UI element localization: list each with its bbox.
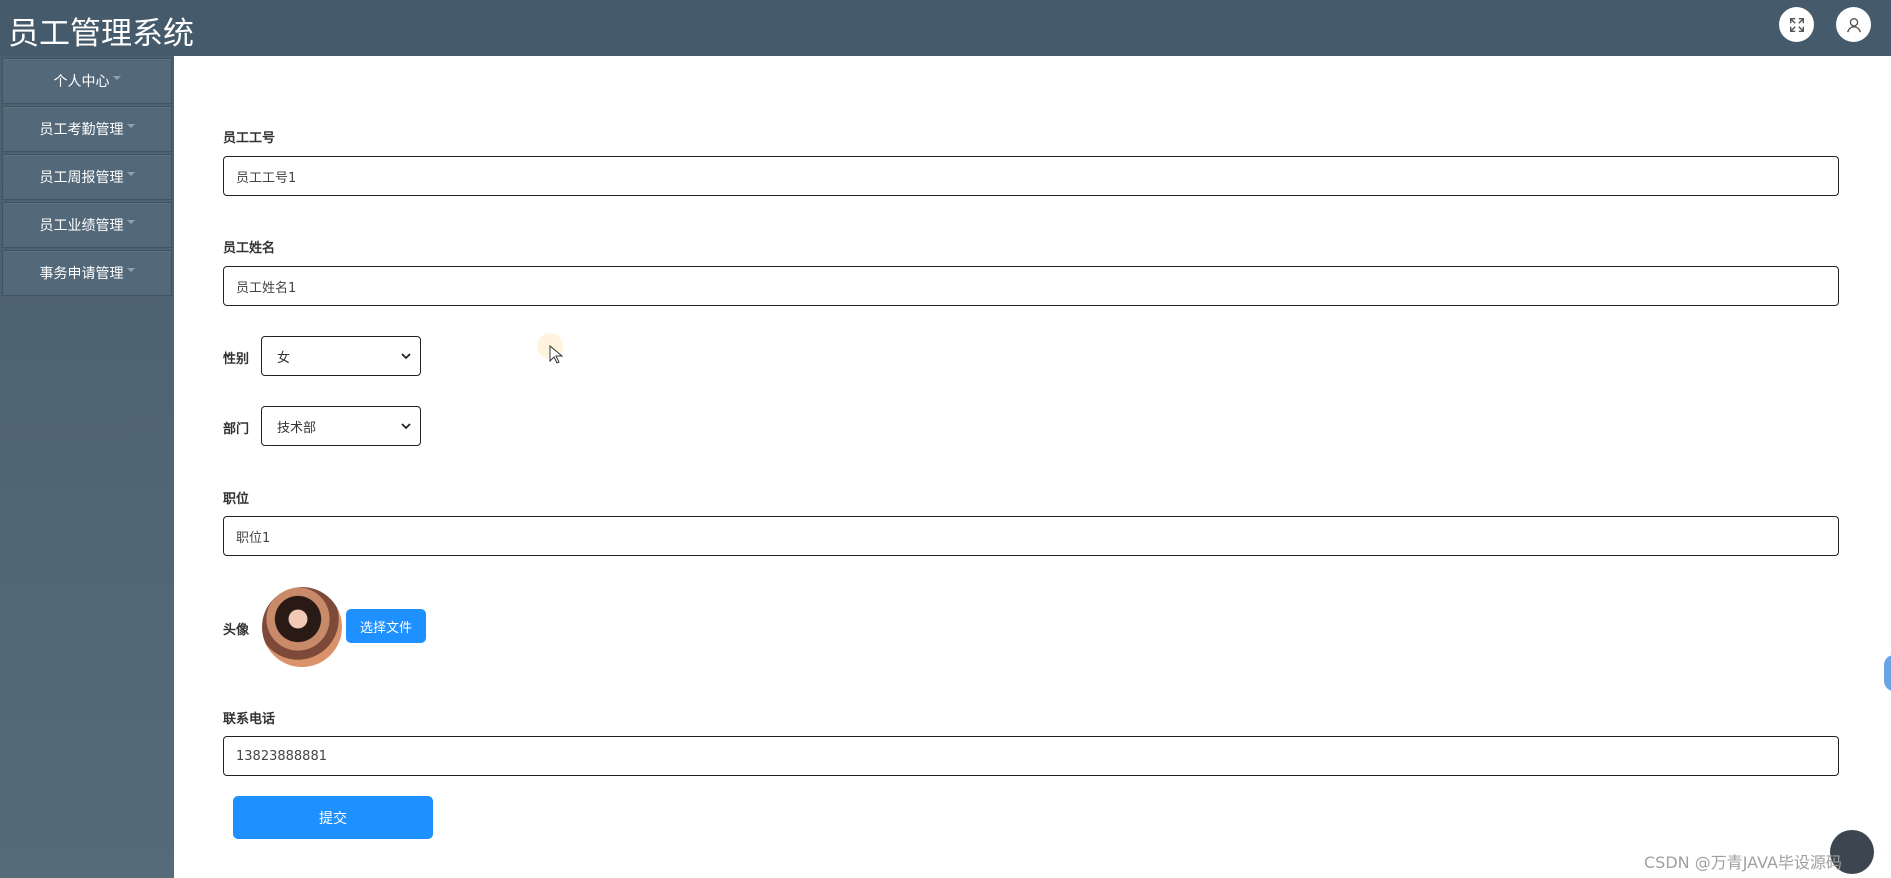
chevron-down-icon bbox=[401, 353, 411, 360]
sidebar-item-label: 员工业绩管理 bbox=[39, 218, 124, 234]
sidebar-item-personal-center[interactable]: 个人中心 bbox=[2, 58, 172, 104]
sidebar-item-label: 事务申请管理 bbox=[39, 266, 124, 282]
gender-label: 性别 bbox=[223, 352, 250, 367]
avatar-label: 头像 bbox=[223, 623, 250, 638]
sidebar-item-label: 员工周报管理 bbox=[39, 170, 124, 186]
phone-label: 联系电话 bbox=[223, 712, 276, 727]
position-label: 职位 bbox=[223, 492, 250, 507]
watermark: CSDN @万青JAVA毕设源码 bbox=[1644, 853, 1842, 872]
employee-no-input[interactable]: 员工工号1 bbox=[223, 156, 1839, 196]
caret-down-icon bbox=[126, 172, 135, 176]
caret-down-icon bbox=[126, 220, 135, 224]
submit-button[interactable]: 提交 bbox=[233, 796, 433, 839]
fullscreen-icon[interactable] bbox=[1779, 7, 1814, 42]
employee-no-label: 员工工号 bbox=[223, 131, 276, 146]
user-icon[interactable] bbox=[1836, 7, 1871, 42]
employee-name-input[interactable]: 员工姓名1 bbox=[223, 266, 1839, 306]
gender-select[interactable]: 女 bbox=[261, 336, 421, 376]
sidebar-item-label: 个人中心 bbox=[53, 74, 110, 90]
employee-name-label: 员工姓名 bbox=[223, 241, 276, 256]
choose-file-button[interactable]: 选择文件 bbox=[346, 609, 426, 643]
caret-down-icon bbox=[126, 268, 135, 272]
sidebar-item-performance[interactable]: 员工业绩管理 bbox=[2, 202, 172, 248]
gender-value: 女 bbox=[277, 350, 291, 366]
sidebar-item-label: 员工考勤管理 bbox=[39, 122, 124, 138]
side-float-button[interactable] bbox=[1884, 655, 1891, 691]
app-title: 员工管理系统 bbox=[8, 16, 194, 52]
caret-down-icon bbox=[126, 124, 135, 128]
caret-down-icon bbox=[112, 76, 121, 80]
sidebar: 个人中心 员工考勤管理 员工周报管理 员工业绩管理 事务申请管理 bbox=[0, 56, 174, 878]
phone-input[interactable]: 13823888881 bbox=[223, 736, 1839, 776]
sidebar-item-affairs[interactable]: 事务申请管理 bbox=[2, 250, 172, 296]
top-bar: 员工管理系统 bbox=[0, 0, 1891, 56]
avatar-image bbox=[262, 587, 342, 667]
position-input[interactable]: 职位1 bbox=[223, 516, 1839, 556]
mouse-cursor-icon bbox=[549, 345, 564, 364]
sidebar-item-weekly-report[interactable]: 员工周报管理 bbox=[2, 154, 172, 200]
chevron-down-icon bbox=[401, 423, 411, 430]
sidebar-item-attendance[interactable]: 员工考勤管理 bbox=[2, 106, 172, 152]
department-value: 技术部 bbox=[277, 420, 317, 436]
department-select[interactable]: 技术部 bbox=[261, 406, 421, 446]
department-label: 部门 bbox=[223, 422, 250, 437]
